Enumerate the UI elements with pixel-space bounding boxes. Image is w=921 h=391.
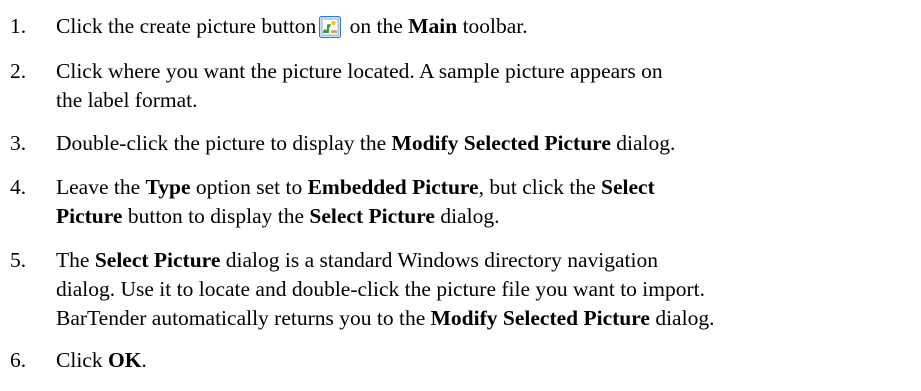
step-text: Click where you want the picture located…	[56, 59, 663, 112]
step-text: Click OK.	[56, 348, 147, 372]
step-number: 2.	[10, 59, 27, 83]
step-text: The Select Picture dialog is a standard …	[56, 248, 715, 330]
step-number: 6.	[10, 348, 27, 372]
step-text: Double-click the picture to display the …	[56, 131, 676, 155]
step-text: Click the create picture button on the M…	[56, 14, 528, 38]
step-number: 1.	[10, 14, 27, 38]
step-number: 5.	[10, 248, 27, 272]
step-number: 3.	[10, 131, 27, 155]
step-text: Leave the Type option set to Embedded Pi…	[56, 175, 655, 228]
step-number: 4.	[10, 175, 27, 199]
create-picture-icon	[319, 16, 342, 38]
